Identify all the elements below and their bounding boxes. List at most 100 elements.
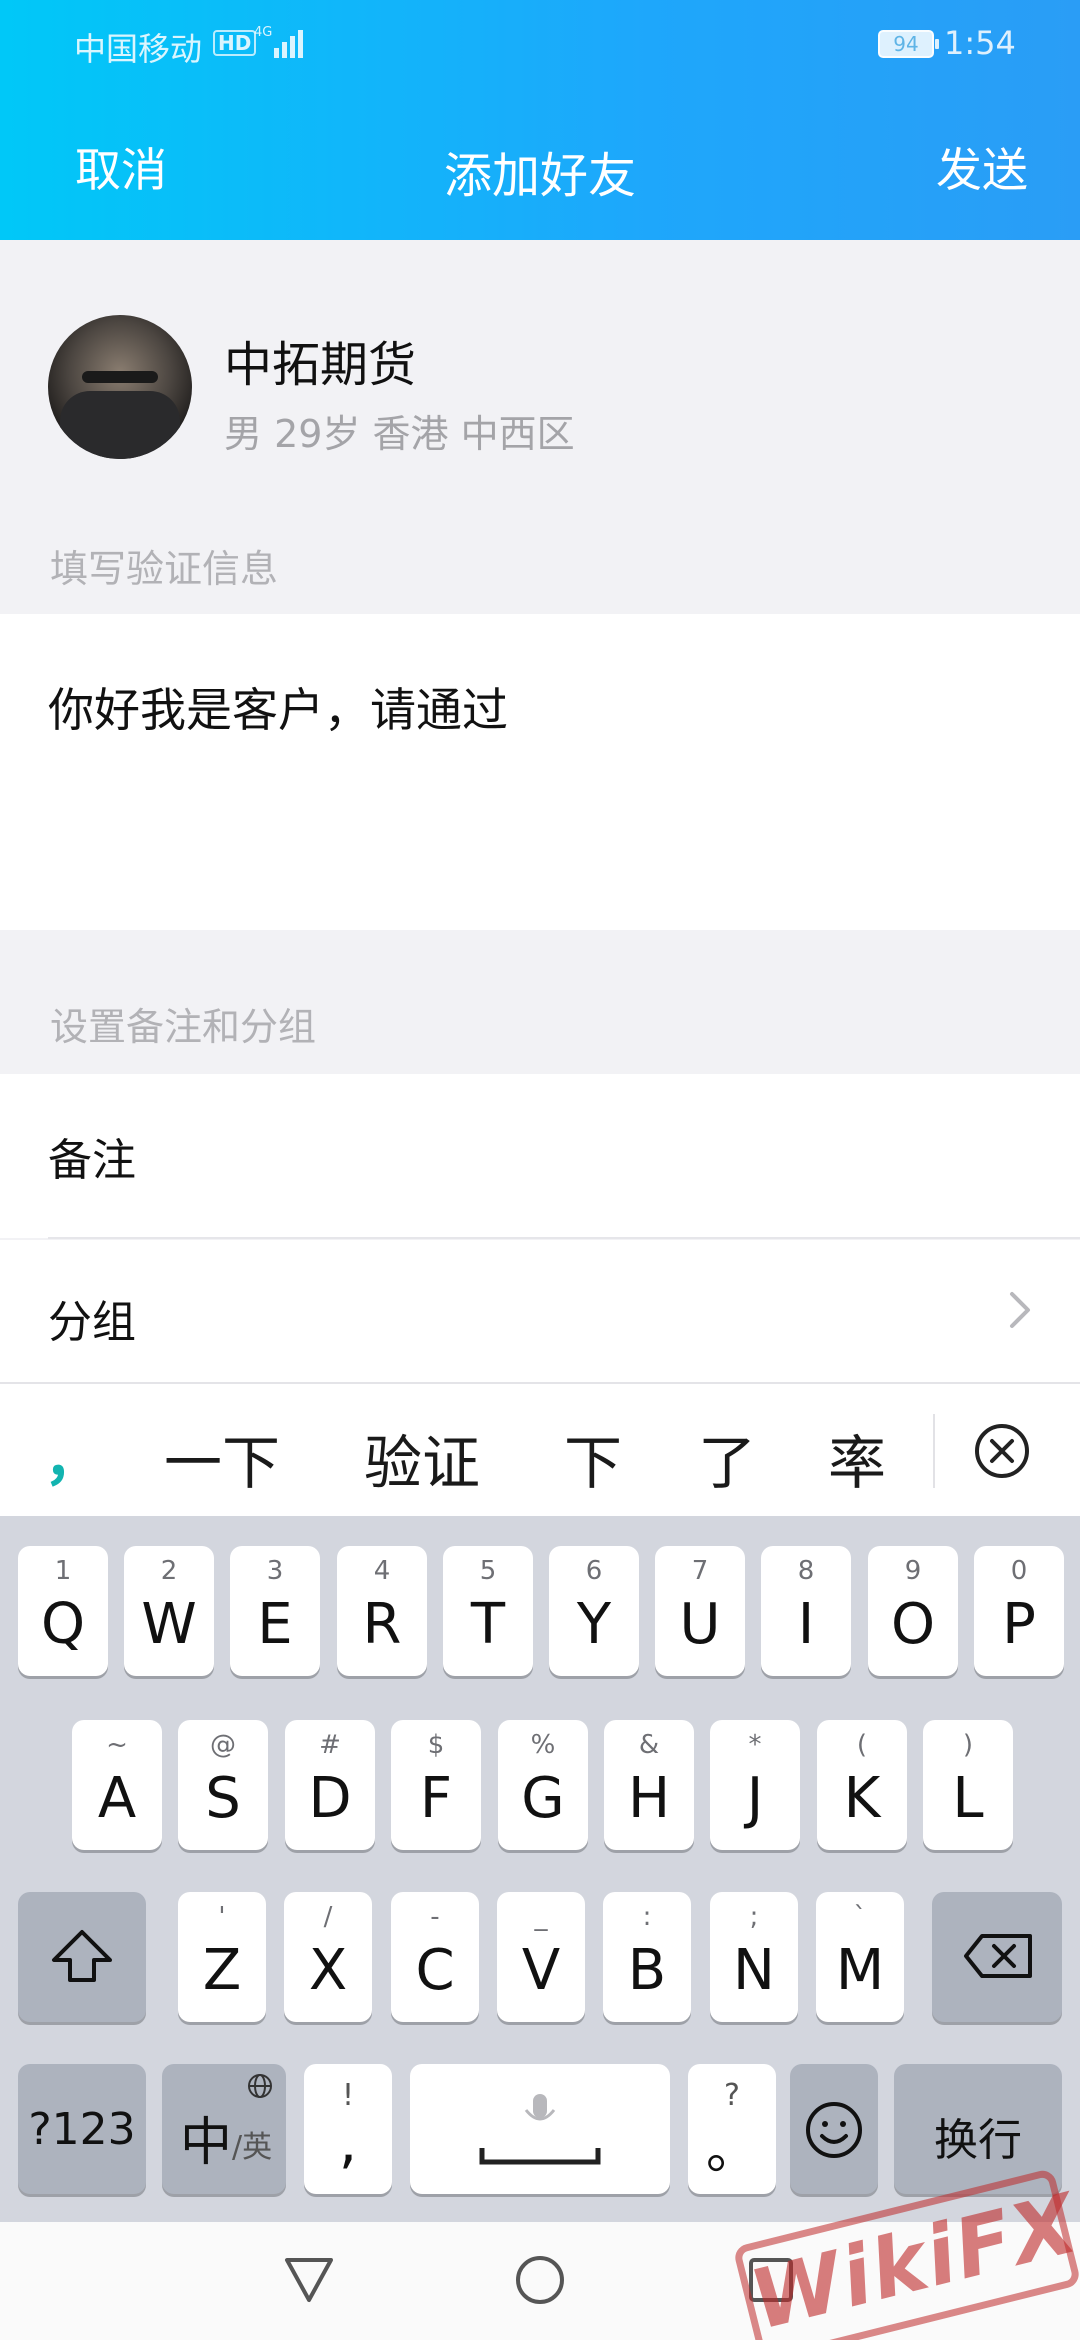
language-key[interactable]: 中 /英 [162,2064,286,2194]
candidate-item[interactable]: 下 [564,1416,622,1500]
key-label: G [521,1766,565,1831]
key-e[interactable]: 3E [230,1546,320,1676]
key-g[interactable]: % G [498,1720,588,1850]
key-l[interactable]: ) L [923,1720,1013,1850]
key-label: V [521,1938,561,2003]
key-alt-label: 2 [160,1556,178,1586]
key-n[interactable]: ; N [710,1892,798,2022]
hd-badge: HD [213,30,257,56]
status-bar: 中国移动 HD 4G 94 1:54 [0,0,1080,90]
comma-key[interactable]: ! , [304,2064,392,2194]
battery-icon: 94 [878,30,939,58]
symbols-key-label: ?123 [28,2104,136,2155]
key-v[interactable]: _ V [497,1892,585,2022]
key-t[interactable]: 5T [443,1546,533,1676]
signal-icon: 4G [254,25,303,58]
key-alt-label: 9 [904,1556,922,1586]
emoji-icon [806,2102,862,2158]
key-d[interactable]: # D [285,1720,375,1850]
space-key[interactable] [410,2064,670,2194]
clear-candidates-icon[interactable] [973,1422,1031,1480]
avatar[interactable] [48,315,192,459]
candidate-bar: ， 一下 验证 下 了 率 [0,1382,1080,1516]
verify-section-label: 填写验证信息 [50,547,279,591]
key-alt-label: 3 [266,1556,284,1586]
group-row[interactable]: 分组 [0,1240,1080,1382]
key-k[interactable]: (K [817,1720,907,1850]
key-alt-label: 5 [479,1556,497,1586]
key-f[interactable]: $ F [391,1720,481,1850]
group-label: 分组 [48,1297,136,1348]
key-m[interactable]: ` M [816,1892,904,2022]
home-icon[interactable] [514,2254,566,2306]
key-alt-label: / [323,1902,333,1932]
emoji-key[interactable] [790,2064,878,2194]
remark-label: 备注 [48,1135,136,1186]
key-s[interactable]: @ S [178,1720,268,1850]
carrier-label: 中国移动 [74,30,203,68]
key-q[interactable]: 1Q [18,1546,108,1676]
language-key-main: 中 [180,2113,233,2173]
key-r[interactable]: 4R [337,1546,427,1676]
key-alt-label: ) [962,1730,974,1760]
page-title: 添加好友 [443,148,636,204]
key-o[interactable]: 9O [868,1546,958,1676]
key-label: C [415,1938,455,2003]
key-c[interactable]: -C [391,1892,479,2022]
key-label: M [835,1938,885,2003]
verify-message-text: 你好我是客户，请通过 [48,683,508,737]
key-label: B [627,1938,667,2003]
key-alt-label: ~ [106,1730,128,1760]
divider [933,1414,935,1488]
key-y[interactable]: 6Y [549,1546,639,1676]
key-alt-label: - [430,1902,440,1932]
candidate-item[interactable]: 率 [828,1416,886,1500]
back-icon[interactable] [283,2254,335,2306]
candidate-item[interactable]: 验证 [364,1416,480,1500]
shift-key[interactable] [18,1892,146,2022]
key-alt-label: & [638,1730,660,1760]
key-label: U [679,1592,721,1657]
key-i[interactable]: 8I [761,1546,851,1676]
key-w[interactable]: 2W [124,1546,214,1676]
contact-meta: 男 29岁 香港 中西区 [224,412,575,456]
backspace-key[interactable] [932,1892,1062,2022]
key-x[interactable]: / X [284,1892,372,2022]
key-label: A [97,1766,137,1831]
key-u[interactable]: 7U [655,1546,745,1676]
key-b[interactable]: :B [603,1892,691,2022]
key-alt-label: * [748,1730,762,1760]
chevron-right-icon [1010,1292,1030,1328]
key-p[interactable]: 0P [974,1546,1064,1676]
contact-name: 中拓期货 [224,337,417,393]
key-alt-label: @ [210,1730,236,1760]
candidate-item[interactable]: 一下 [164,1416,280,1500]
verify-message-field[interactable]: 你好我是客户，请通过 [0,614,1080,930]
symbols-key[interactable]: ?123 [18,2064,146,2194]
shift-icon [52,1930,112,1982]
candidate-comma[interactable]: ， [44,1412,102,1496]
key-label: X [308,1938,348,2003]
key-label: H [627,1766,671,1831]
key-label: W [141,1592,197,1657]
key-a[interactable]: ~ A [72,1720,162,1850]
key-alt-label: 4 [373,1556,391,1586]
key-z[interactable]: ' Z [178,1892,266,2022]
key-h[interactable]: & H [604,1720,694,1850]
keyboard: ?123 中 /英 ! , ? 。 换行 1Q 2 W 3 E 4 R 5 T … [0,1516,1080,2222]
key-label: E [257,1592,293,1657]
key-alt-label: 8 [797,1556,815,1586]
key-j[interactable]: * J [710,1720,800,1850]
key-label: N [733,1938,775,2003]
key-label: Z [202,1938,242,2003]
key-label: R [362,1592,402,1657]
language-key-sub: /英 [232,2130,273,2165]
enter-key-label: 换行 [934,2115,1022,2166]
candidate-item[interactable]: 了 [698,1416,756,1500]
remark-row[interactable]: 备注 [0,1074,1080,1238]
period-key[interactable]: ? 。 [688,2064,776,2194]
key-alt-label: 7 [691,1556,709,1586]
send-button[interactable]: 发送 [936,134,1028,200]
key-alt-label: 1 [54,1556,72,1586]
key-label: T [470,1592,506,1657]
